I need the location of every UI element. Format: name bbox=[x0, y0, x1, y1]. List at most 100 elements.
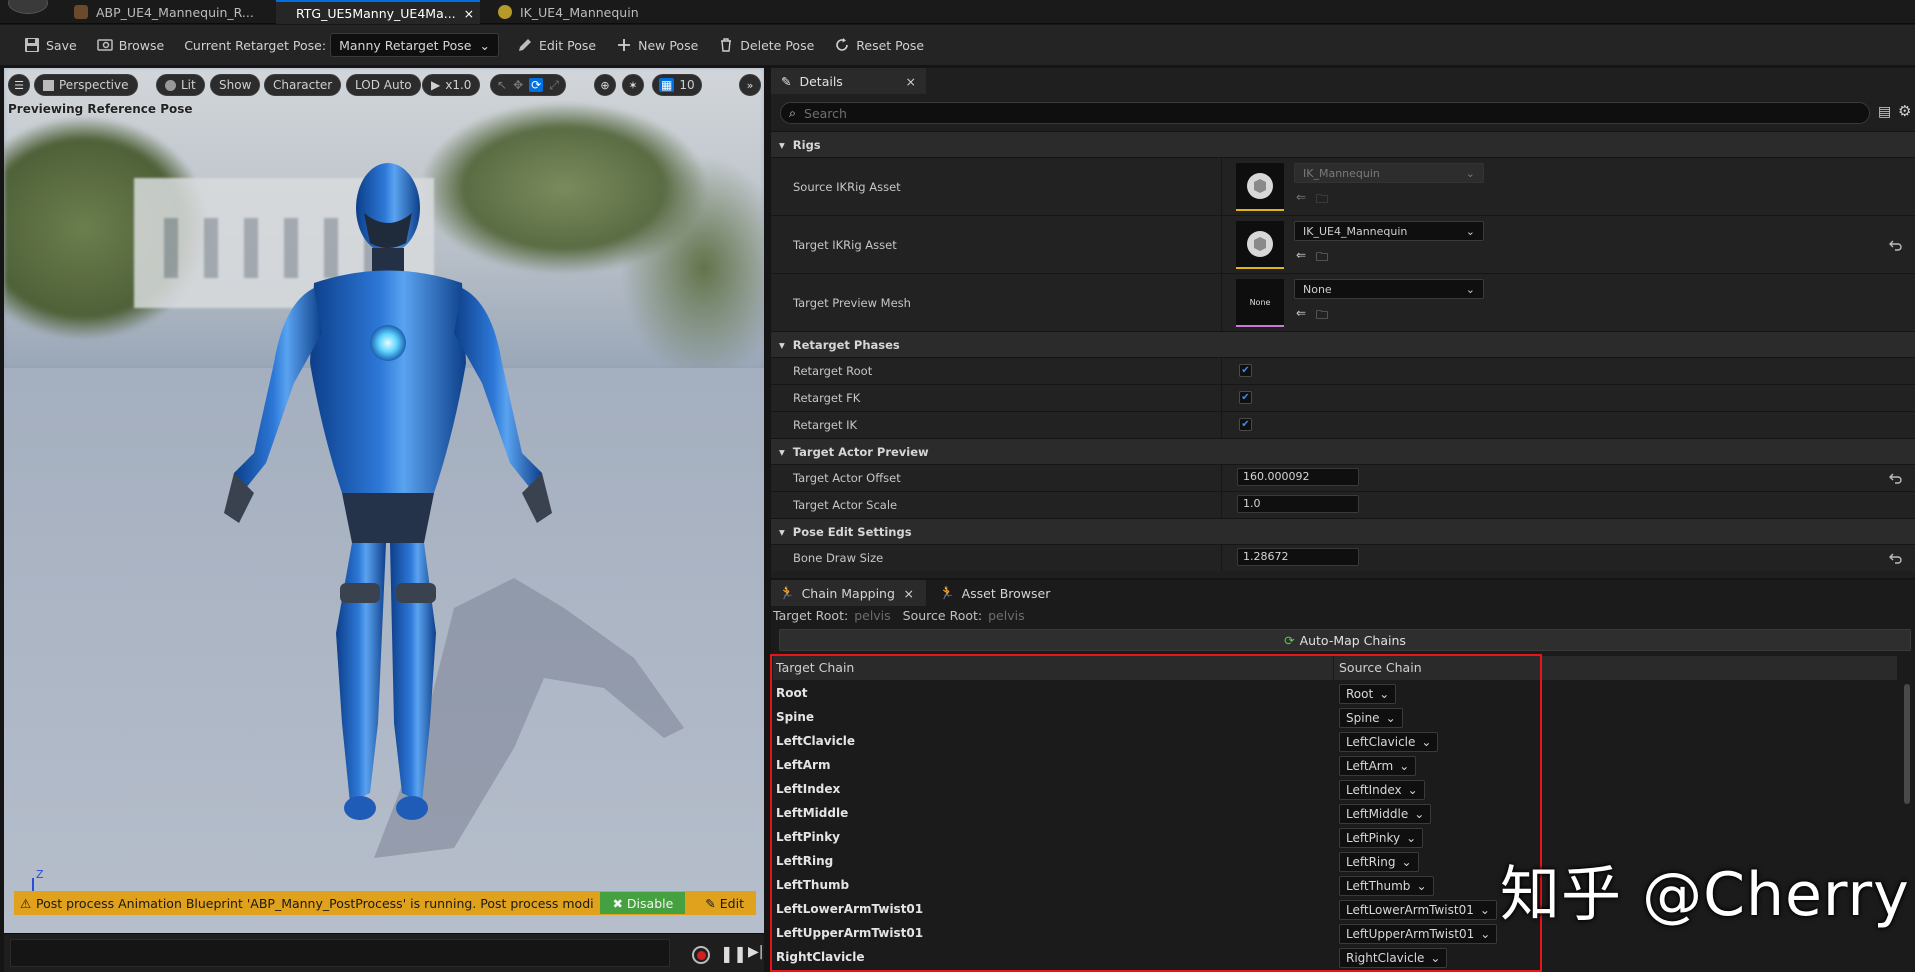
preview-mesh-combo[interactable]: None ⌄ bbox=[1294, 279, 1484, 299]
source-chain-dropdown[interactable]: LeftLowerArmTwist01 ⌄ bbox=[1339, 900, 1497, 920]
chain-row[interactable]: LeftMiddle LeftMiddle ⌄ bbox=[773, 802, 1897, 826]
pause-button[interactable]: ❚❚ bbox=[720, 944, 747, 963]
unreal-logo-icon[interactable] bbox=[8, 0, 48, 14]
disable-postprocess-button[interactable]: ✖ Disable bbox=[600, 892, 686, 914]
retarget-pose-dropdown[interactable]: Manny Retarget Pose ⌄ bbox=[330, 33, 499, 57]
chain-mapping-tab-label: Chain Mapping bbox=[801, 585, 895, 601]
browse-asset-icon[interactable]: 🗀 bbox=[1316, 248, 1330, 264]
tab-chain-mapping[interactable]: 🏃 Chain Mapping × bbox=[771, 580, 926, 606]
close-tab-icon[interactable]: × bbox=[906, 74, 916, 89]
chain-row[interactable]: LeftArm LeftArm ⌄ bbox=[773, 754, 1897, 778]
post-process-warning-bar: ⚠ Post process Animation Blueprint 'ABP_… bbox=[14, 891, 756, 915]
chain-row[interactable]: LeftIndex LeftIndex ⌄ bbox=[773, 778, 1897, 802]
viewport-menu-button[interactable]: ☰ bbox=[8, 74, 30, 96]
lod-button[interactable]: LOD Auto bbox=[346, 74, 421, 96]
record-button[interactable] bbox=[692, 946, 710, 964]
viewport[interactable]: ☰ Perspective Lit Show Character LOD Aut… bbox=[4, 68, 764, 972]
reset-to-default-icon[interactable] bbox=[1889, 551, 1903, 565]
edit-pose-button[interactable]: Edit Pose bbox=[507, 31, 606, 59]
tab-abp-ue4-mannequin[interactable]: ABP_UE4_Mannequin_R... bbox=[62, 0, 266, 24]
source-chain-dropdown[interactable]: LeftPinky ⌄ bbox=[1339, 828, 1424, 848]
source-chain-dropdown[interactable]: LeftClavicle ⌄ bbox=[1339, 732, 1439, 752]
show-button[interactable]: Show bbox=[210, 74, 261, 96]
row-bone-draw-size: Bone Draw Size 1.28672 bbox=[771, 544, 1915, 571]
section-pose-edit-settings[interactable]: ▾ Pose Edit Settings bbox=[771, 518, 1915, 544]
search-placeholder: Search bbox=[804, 105, 847, 121]
close-tab-icon[interactable]: × bbox=[904, 586, 914, 601]
details-tab[interactable]: ✎ Details × bbox=[771, 68, 926, 94]
source-chain-dropdown[interactable]: RightClavicle ⌄ bbox=[1339, 948, 1448, 968]
step-forward-button[interactable]: ▶| bbox=[748, 944, 763, 960]
source-chain-dropdown[interactable]: LeftIndex ⌄ bbox=[1339, 780, 1425, 800]
tab-rtg-ue5manny[interactable]: RTG_UE5Manny_UE4Ma... × bbox=[276, 0, 480, 24]
col-target-chain[interactable]: Target Chain bbox=[776, 660, 854, 675]
world-local-toggle[interactable]: ⊕ bbox=[594, 74, 616, 96]
edit-postprocess-button[interactable]: ✎ Edit bbox=[693, 892, 756, 914]
save-button[interactable]: Save bbox=[14, 31, 87, 59]
lit-button[interactable]: Lit bbox=[156, 74, 205, 96]
source-chain-dropdown[interactable]: LeftArm ⌄ bbox=[1339, 756, 1417, 776]
auto-map-chains-button[interactable]: ⟳ Auto-Map Chains bbox=[779, 629, 1911, 651]
retarget-root-checkbox[interactable]: ✔ bbox=[1239, 364, 1252, 377]
settings-gear-icon[interactable]: ⚙ bbox=[1898, 102, 1911, 120]
reset-to-default-icon[interactable] bbox=[1889, 471, 1903, 485]
grid-snap-button[interactable]: ▦ 10 bbox=[652, 74, 702, 96]
browse-button[interactable]: Browse bbox=[87, 31, 175, 59]
preview-mesh-thumbnail[interactable]: None bbox=[1236, 279, 1284, 327]
tab-asset-browser[interactable]: 🏃 Asset Browser bbox=[931, 580, 1058, 606]
bone-draw-size-input[interactable]: 1.28672 bbox=[1237, 548, 1359, 566]
perspective-button[interactable]: Perspective bbox=[34, 74, 138, 96]
use-selected-icon[interactable]: ⇐ bbox=[1296, 190, 1310, 204]
use-selected-icon[interactable]: ⇐ bbox=[1296, 306, 1310, 320]
chain-row[interactable]: Root Root ⌄ bbox=[773, 682, 1897, 706]
row-retarget-ik: Retarget IK ✔ bbox=[771, 411, 1915, 438]
chain-row[interactable]: LeftClavicle LeftClavicle ⌄ bbox=[773, 730, 1897, 754]
chain-row[interactable]: Spine Spine ⌄ bbox=[773, 706, 1897, 730]
target-actor-scale-input[interactable]: 1.0 bbox=[1237, 495, 1359, 513]
chain-row[interactable]: RightClavicle RightClavicle ⌄ bbox=[773, 946, 1897, 970]
new-pose-button[interactable]: New Pose bbox=[606, 31, 708, 59]
target-actor-offset-input[interactable]: 160.000092 bbox=[1237, 468, 1359, 486]
use-selected-icon[interactable]: ⇐ bbox=[1296, 248, 1310, 262]
target-chain-name: LeftArm bbox=[776, 758, 831, 772]
source-chain-dropdown[interactable]: Root ⌄ bbox=[1339, 684, 1397, 704]
new-pose-label: New Pose bbox=[638, 37, 699, 53]
scale-tool-icon[interactable]: ⤢ bbox=[549, 78, 559, 93]
source-ikrig-combo[interactable]: IK_Mannequin ⌄ bbox=[1294, 163, 1484, 183]
col-source-chain[interactable]: Source Chain bbox=[1339, 660, 1422, 675]
section-rigs[interactable]: ▾ Rigs bbox=[771, 131, 1915, 157]
reset-pose-button[interactable]: Reset Pose bbox=[824, 31, 934, 59]
reset-to-default-icon[interactable] bbox=[1889, 238, 1903, 252]
viewport-expand-button[interactable]: » bbox=[739, 74, 761, 96]
browse-asset-icon[interactable]: 🗀 bbox=[1316, 306, 1330, 322]
source-chain-dropdown[interactable]: LeftUpperArmTwist01 ⌄ bbox=[1339, 924, 1498, 944]
mannequin-character[interactable] bbox=[174, 163, 614, 883]
character-button[interactable]: Character bbox=[264, 74, 342, 96]
target-ikrig-thumbnail[interactable] bbox=[1236, 221, 1284, 269]
select-tool-icon[interactable]: ↖ bbox=[497, 78, 507, 92]
rotate-tool-icon[interactable]: ⟳ bbox=[529, 78, 544, 92]
close-tab-icon[interactable]: × bbox=[464, 6, 474, 21]
target-chain-name: LeftRing bbox=[776, 854, 834, 868]
source-chain-dropdown[interactable]: LeftRing ⌄ bbox=[1339, 852, 1419, 872]
surface-snap-toggle[interactable]: ✶ bbox=[622, 74, 644, 96]
playback-speed-button[interactable]: ▶ x1.0 bbox=[422, 74, 481, 96]
browse-asset-icon[interactable]: 🗀 bbox=[1316, 190, 1330, 206]
timeline-scrubber[interactable] bbox=[10, 939, 670, 967]
chain-table-header: Target Chain Source Chain bbox=[773, 656, 1897, 680]
details-search-input[interactable]: ⌕ Search bbox=[780, 102, 1870, 124]
target-ikrig-combo[interactable]: IK_UE4_Mannequin ⌄ bbox=[1294, 221, 1484, 241]
move-tool-icon[interactable]: ✥ bbox=[513, 78, 523, 92]
source-chain-dropdown[interactable]: Spine ⌄ bbox=[1339, 708, 1403, 728]
chain-table-scrollbar[interactable] bbox=[1904, 684, 1910, 804]
source-chain-dropdown[interactable]: LeftThumb ⌄ bbox=[1339, 876, 1434, 896]
source-ikrig-thumbnail[interactable] bbox=[1236, 163, 1284, 211]
source-chain-dropdown[interactable]: LeftMiddle ⌄ bbox=[1339, 804, 1432, 824]
retarget-fk-checkbox[interactable]: ✔ bbox=[1239, 391, 1252, 404]
tab-ik-ue4-mannequin[interactable]: IK_UE4_Mannequin bbox=[486, 0, 651, 24]
section-retarget-phases[interactable]: ▾ Retarget Phases bbox=[771, 331, 1915, 357]
table-view-icon[interactable]: ▤ bbox=[1878, 104, 1891, 120]
retarget-ik-checkbox[interactable]: ✔ bbox=[1239, 418, 1252, 431]
delete-pose-button[interactable]: Delete Pose bbox=[708, 31, 824, 59]
section-target-actor-preview[interactable]: ▾ Target Actor Preview bbox=[771, 438, 1915, 464]
